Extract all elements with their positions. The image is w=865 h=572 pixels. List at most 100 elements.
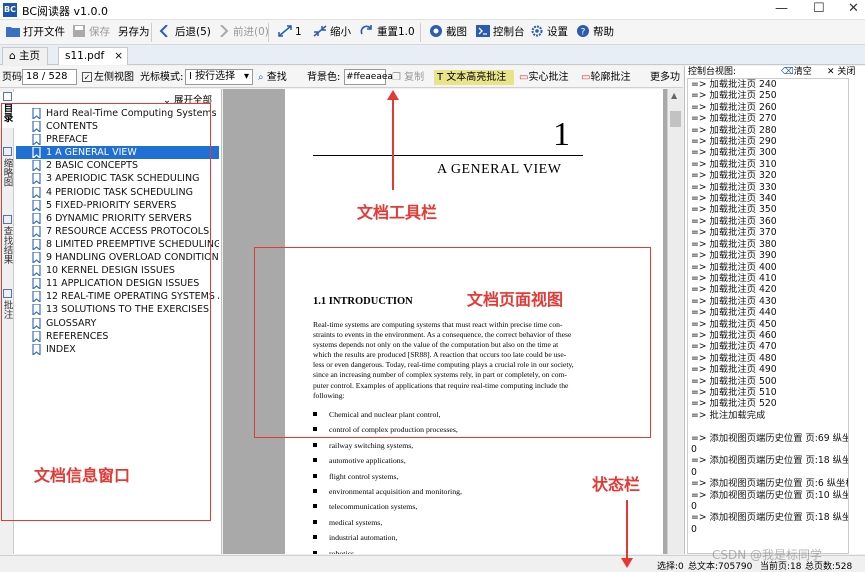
console-line: => 加载批注页 380 <box>691 238 777 250</box>
bullet-item: industrial automation, <box>313 530 593 545</box>
console-line: => 加载批注页 410 <box>691 272 777 284</box>
left-view-toggle[interactable]: ✓ 左侧视图 <box>82 70 134 85</box>
close-console-button[interactable]: ✕ 关闭 <box>827 66 855 78</box>
window-title: BC阅读器 v1.0.0 <box>22 5 109 18</box>
console-line: => 加载批注页 500 <box>691 375 777 387</box>
more-functions-button[interactable]: 更多功 <box>650 70 680 85</box>
bullet-item: railway switching systems, <box>313 438 593 453</box>
square-bullet-icon <box>313 504 317 509</box>
console-button[interactable]: 控制台 <box>476 24 525 41</box>
chapter-rule <box>313 155 583 156</box>
toolbar-divider <box>268 23 269 42</box>
reset-zoom-button[interactable]: 重置1.0 <box>360 24 415 41</box>
open-file-button[interactable]: 打开文件 <box>6 24 65 41</box>
info-window-annotation: 文档信息窗口 <box>34 466 131 485</box>
console-line: => 加载批注页 240 <box>691 79 777 90</box>
home-icon: ⌂ <box>9 50 20 62</box>
folder-icon <box>6 27 20 37</box>
bullet-text: environmental acquisition and monitoring… <box>329 487 462 497</box>
scroll-up-icon[interactable]: ▲ <box>671 91 677 100</box>
bullet-text: flight control systems, <box>329 471 399 481</box>
console-line: => 加载批注页 480 <box>691 352 777 364</box>
gear-icon <box>531 25 543 37</box>
console-log[interactable]: => 加载批注页 240 => 加载批注页 250 => 加载批注页 260 => 加… <box>687 78 849 554</box>
bullet-item: robotics, <box>313 546 593 554</box>
forward-button[interactable]: 前进(0) <box>216 24 269 41</box>
bg-color-input[interactable]: #ffeaeaea <box>344 69 393 85</box>
page-input[interactable]: 18 / 528 <box>22 69 77 85</box>
find-button[interactable]: ⌕ 查找 <box>258 70 287 85</box>
vertical-scrollbar[interactable]: ▲ <box>667 89 683 554</box>
screenshot-button[interactable]: 截图 <box>429 24 467 41</box>
console-line: => 添加视图页端历史位置 页:69 纵坐标: <box>691 432 849 444</box>
chapter-number: 1 <box>553 116 570 153</box>
scroll-thumb[interactable] <box>670 111 681 127</box>
console-line: => 加载批注页 320 <box>691 170 777 182</box>
svg-text:?: ? <box>581 28 586 38</box>
copy-button[interactable]: ❐ 复制 <box>392 70 424 85</box>
page-view-annotation: 文档页面视图 <box>467 290 564 309</box>
console-line: 0 <box>691 466 697 478</box>
selection-count: 选择:0 <box>657 562 684 572</box>
clear-button[interactable]: ⌫清空 <box>781 66 812 78</box>
console-line: => 加载批注页 430 <box>691 295 777 307</box>
console-line: => 加载批注页 340 <box>691 193 777 205</box>
checkbox-checked-icon: ✓ <box>82 72 92 82</box>
back-button[interactable]: 后退(5) <box>158 24 211 41</box>
document-toolbar: 页码 18 / 528 ✓ 左侧视图 光标模式: I 按行选择 ▾ ⌕ 查找 背景色… <box>0 66 683 88</box>
bullet-text: medical systems, <box>329 517 383 527</box>
console-line: => 加载批注页 360 <box>691 215 777 227</box>
console-line: => 加载批注页 460 <box>691 329 777 341</box>
square-bullet-icon <box>313 550 317 554</box>
console-line: => 加载批注页 310 <box>691 158 777 170</box>
console-line: => 添加视图页端历史位置 页:6 纵坐标:0 <box>691 478 849 490</box>
square-bullet-icon <box>313 442 317 447</box>
close-button[interactable]: ✕ <box>848 1 859 16</box>
save-button[interactable]: 保存 <box>72 24 110 41</box>
bg-color-label: 背景色: <box>307 72 341 83</box>
list-icon <box>2 92 12 101</box>
console-line: => 加载批注页 440 <box>691 307 777 319</box>
help-icon: ? <box>577 25 589 38</box>
chapter-title: A GENERAL VIEW <box>437 162 562 177</box>
console-header: 控制台视图: ⌫清空 ✕ 关闭 <box>685 66 865 78</box>
arrow-right-icon <box>220 25 229 37</box>
cursor-mode-select[interactable]: I 按行选择 ▾ <box>185 69 253 85</box>
status-bar-annotation: 状态栏 <box>592 475 641 494</box>
actual-size-button[interactable]: 1 <box>278 24 302 41</box>
bullet-item: medical systems, <box>313 515 593 530</box>
close-tab-icon[interactable]: × <box>114 50 123 62</box>
info-window-frame <box>1 103 211 521</box>
console-line: => 加载批注页 330 <box>691 181 777 193</box>
bullet-item: automotive applications, <box>313 453 593 468</box>
page-view-frame <box>254 247 651 438</box>
maximize-button[interactable]: ☐ <box>813 1 825 16</box>
bullet-item: environmental acquisition and monitoring… <box>313 484 593 499</box>
expand-icon <box>278 25 292 37</box>
console-line: => 添加视图页端历史位置 页:18 纵坐标: <box>691 455 849 467</box>
square-bullet-icon <box>313 473 317 478</box>
minimize-button[interactable]: — <box>775 1 788 16</box>
text-highlight-button[interactable]: T 文本高亮批注 <box>434 70 514 85</box>
bullet-item: flight control systems, <box>313 469 593 484</box>
tab-home[interactable]: ⌂ 主页 <box>2 47 48 65</box>
console-line: => 添加视图页端历史位置 页:10 纵坐标: <box>691 489 849 501</box>
tab-document[interactable]: s11.pdf × <box>58 47 128 65</box>
square-bullet-icon <box>313 535 317 540</box>
settings-button[interactable]: 设置 <box>530 24 568 41</box>
broom-icon: ⌫ <box>781 67 794 77</box>
console-title: 控制台视图: <box>688 67 737 77</box>
console-line: => 添加视图页端历史位置 页:18 纵坐标: <box>691 512 849 524</box>
console-line: => 加载批注页 260 <box>691 101 777 113</box>
shrink-button[interactable]: 缩小 <box>313 24 351 41</box>
bullet-item: telecommunication systems, <box>313 499 593 514</box>
console-line: => 加载批注页 250 <box>691 90 777 102</box>
redo-icon <box>360 25 372 35</box>
help-button[interactable]: ? 帮助 <box>576 24 614 41</box>
save-as-button[interactable]: 另存为 <box>118 24 150 41</box>
page-label: 页码 <box>2 72 22 83</box>
status-bar-arrow <box>621 500 633 568</box>
outline-note-button[interactable]: ▭轮廓批注 <box>581 70 630 85</box>
solid-note-button[interactable]: ▭实心批注 <box>519 70 568 85</box>
